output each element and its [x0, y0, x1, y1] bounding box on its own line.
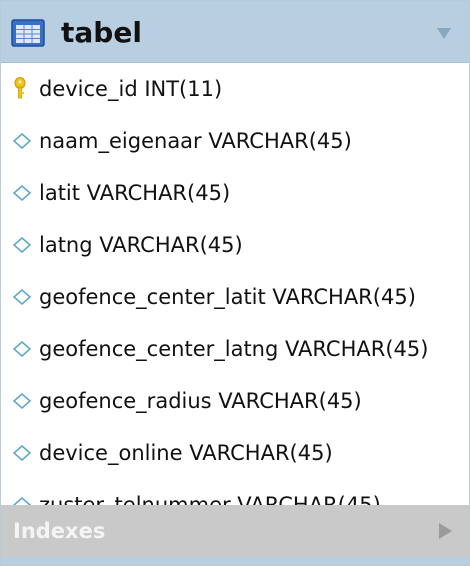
column-diamond-icon: [11, 284, 33, 310]
column-row[interactable]: geofence_radius VARCHAR(45): [1, 375, 469, 427]
column-label: latng VARCHAR(45): [39, 233, 243, 257]
column-label: device_online VARCHAR(45): [39, 441, 333, 465]
column-label: geofence_center_latng VARCHAR(45): [39, 337, 429, 361]
indexes-label: Indexes: [13, 519, 106, 543]
table-icon: [11, 19, 45, 47]
table-header[interactable]: tabel: [1, 1, 469, 63]
column-diamond-icon: [11, 440, 33, 466]
column-row[interactable]: latng VARCHAR(45): [1, 219, 469, 271]
table-entity: tabel device_id INT(11) naam_eigenaar VA…: [0, 0, 470, 566]
column-diamond-icon: [11, 388, 33, 414]
column-diamond-icon: [11, 336, 33, 362]
collapse-button[interactable]: [433, 19, 455, 47]
column-label: geofence_radius VARCHAR(45): [39, 389, 362, 413]
triangle-right-icon: [435, 519, 455, 543]
column-label: latit VARCHAR(45): [39, 181, 231, 205]
indexes-section-toggle[interactable]: Indexes: [1, 505, 469, 557]
table-footer-bar: [1, 557, 469, 565]
column-label: device_id INT(11): [39, 77, 223, 101]
column-row[interactable]: naam_eigenaar VARCHAR(45): [1, 115, 469, 167]
column-row[interactable]: geofence_center_latit VARCHAR(45): [1, 271, 469, 323]
column-row[interactable]: geofence_center_latng VARCHAR(45): [1, 323, 469, 375]
primary-key-icon: [11, 76, 33, 102]
column-label: geofence_center_latit VARCHAR(45): [39, 285, 416, 309]
column-row[interactable]: latit VARCHAR(45): [1, 167, 469, 219]
column-diamond-icon: [11, 232, 33, 258]
column-list: device_id INT(11) naam_eigenaar VARCHAR(…: [1, 63, 469, 531]
column-row[interactable]: device_online VARCHAR(45): [1, 427, 469, 479]
triangle-down-icon: [437, 28, 451, 39]
column-diamond-icon: [11, 180, 33, 206]
table-title: tabel: [61, 16, 142, 49]
column-label: naam_eigenaar VARCHAR(45): [39, 129, 352, 153]
column-diamond-icon: [11, 128, 33, 154]
column-row[interactable]: device_id INT(11): [1, 63, 469, 115]
